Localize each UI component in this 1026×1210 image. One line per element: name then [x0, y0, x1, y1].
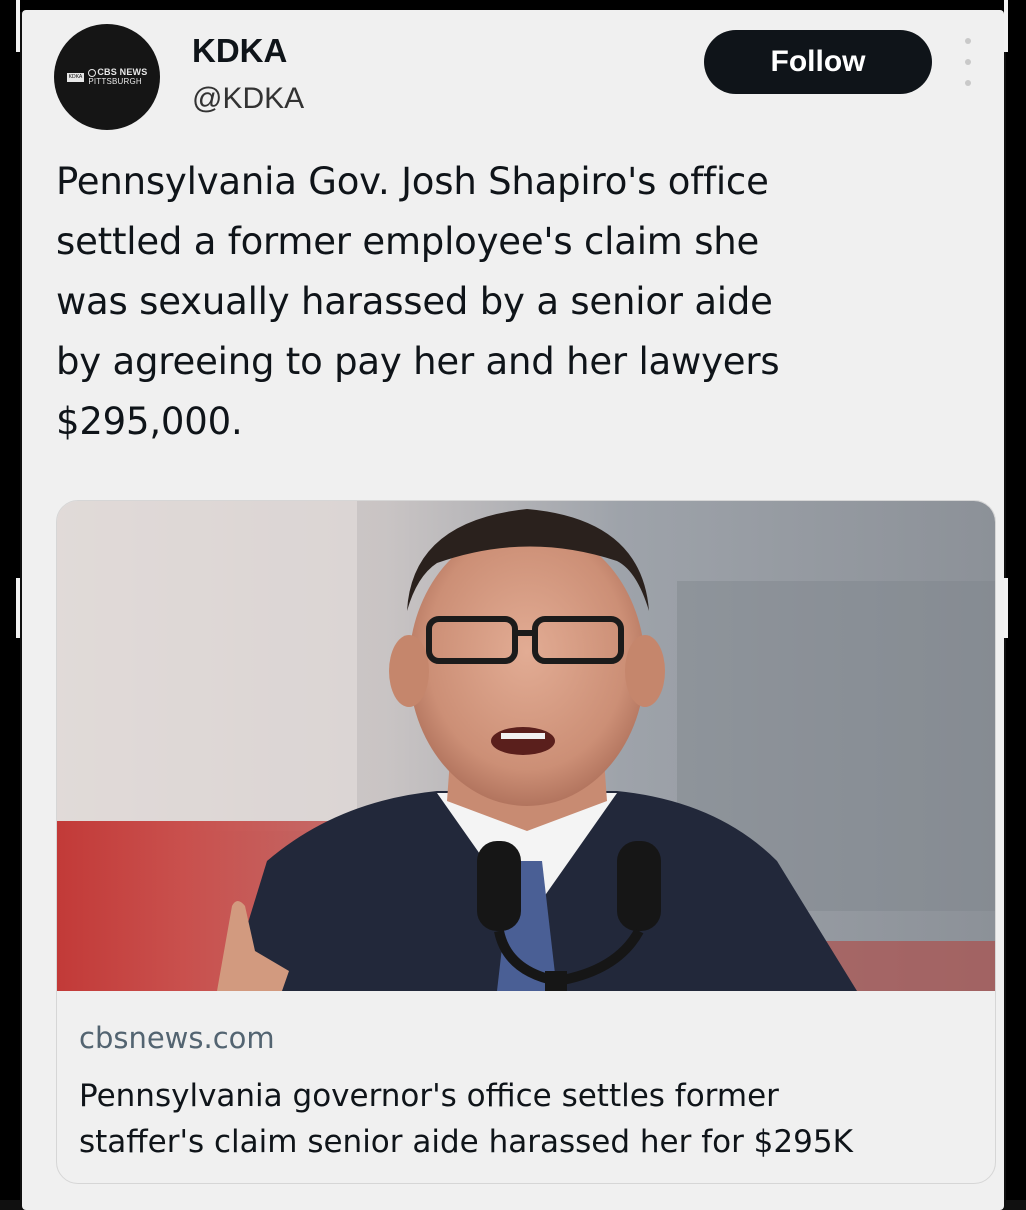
- link-headline[interactable]: Pennsylvania governor's office settles f…: [79, 1073, 979, 1165]
- logo-line-1: CBS NEWS: [97, 67, 148, 77]
- tweet-text: Pennsylvania Gov. Josh Shapiro's office …: [56, 160, 780, 443]
- logo-box: KDKA: [66, 72, 85, 82]
- frame-right-edge: [1006, 0, 1026, 1200]
- logo-line-2: PITTSBURGH: [88, 77, 142, 86]
- cbs-eye-icon: [88, 68, 97, 77]
- frame-tick: [16, 0, 20, 52]
- more-vertical-icon[interactable]: [956, 38, 980, 86]
- tweet-card: KDKA CBS NEWS PITTSBURGH KDKA @KDKA Foll…: [22, 10, 1004, 1210]
- link-domain[interactable]: cbsnews.com: [79, 1021, 275, 1055]
- avatar[interactable]: KDKA CBS NEWS PITTSBURGH: [54, 24, 160, 130]
- link-preview-card[interactable]: cbsnews.com Pennsylvania governor's offi…: [56, 500, 996, 1184]
- frame-tick: [16, 578, 20, 638]
- follow-button[interactable]: Follow: [704, 30, 932, 94]
- cbs-news-pittsburgh-logo: KDKA CBS NEWS PITTSBURGH: [66, 67, 148, 86]
- frame-tick: [1004, 578, 1008, 638]
- account-handle[interactable]: @KDKA: [192, 82, 304, 116]
- frame-tick: [1004, 0, 1008, 52]
- article-photo[interactable]: [57, 501, 995, 991]
- account-name[interactable]: KDKA: [192, 32, 287, 70]
